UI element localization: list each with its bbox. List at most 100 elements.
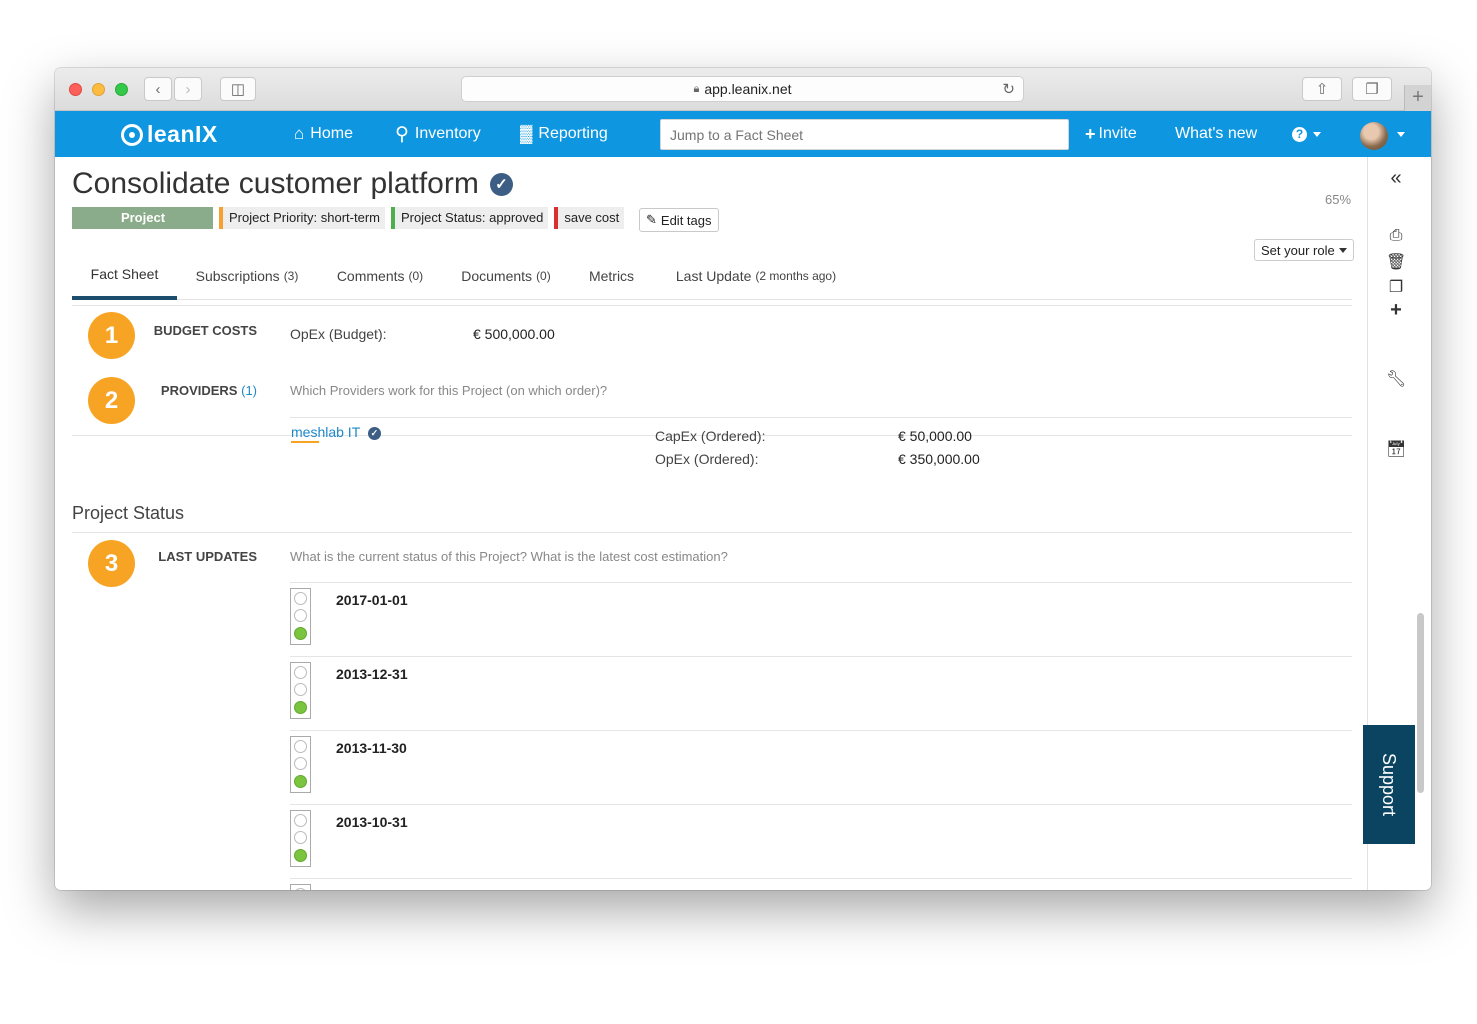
light-yellow xyxy=(294,609,307,622)
verified-check-icon: ✓ xyxy=(489,172,513,196)
nav-reporting[interactable]: ▓ Reporting xyxy=(520,111,608,157)
divider xyxy=(290,656,1352,657)
wrench-icon[interactable]: 🔧︎ xyxy=(1386,369,1406,389)
traffic-light xyxy=(290,810,311,867)
forward-button[interactable]: › xyxy=(174,77,202,101)
light-green xyxy=(294,775,307,788)
pencil-icon: ✎ xyxy=(646,212,657,227)
nav-home[interactable]: ⌂ Home xyxy=(294,111,353,157)
fact-sheet-title: Consolidate customer platform xyxy=(72,167,479,200)
tag-type[interactable]: Project xyxy=(72,207,213,229)
tab-documents[interactable]: Documents (0) xyxy=(461,252,551,300)
budget-costs-label: BUDGET COSTS xyxy=(153,323,257,338)
nav-reporting-label: Reporting xyxy=(538,125,608,142)
provider-item[interactable]: meshlab IT ✓ xyxy=(291,424,381,440)
chevron-down-icon xyxy=(1397,131,1405,137)
tab-count: (2 months ago) xyxy=(755,269,837,283)
divider xyxy=(290,878,1352,879)
tab-last-update[interactable]: Last Update (2 months ago) xyxy=(674,252,838,300)
tag-list: Project Project Priority: short-term Pro… xyxy=(72,207,625,229)
opex-ordered-label: OpEx (Ordered): xyxy=(655,451,759,467)
print-icon[interactable]: ⎙ xyxy=(1386,227,1406,245)
copy-icon[interactable]: ❐ xyxy=(1386,277,1406,297)
light-red xyxy=(294,740,307,753)
leanix-logo[interactable]: leanIX xyxy=(121,121,218,148)
close-window-button[interactable] xyxy=(69,83,82,96)
traffic-light xyxy=(290,588,311,645)
light-yellow xyxy=(294,757,307,770)
tabs-icon: ❐ xyxy=(1365,81,1379,98)
whats-new-label: What's new xyxy=(1175,125,1258,142)
light-yellow xyxy=(294,831,307,844)
collapse-icon[interactable]: « xyxy=(1386,167,1406,190)
chevron-right-icon: › xyxy=(185,80,191,98)
provider-link[interactable]: meshlab IT xyxy=(291,424,360,440)
whats-new-link[interactable]: What's new xyxy=(1175,111,1257,157)
verified-check-icon: ✓ xyxy=(367,426,381,440)
last-updates-label: LAST UPDATES xyxy=(158,549,257,564)
home-icon: ⌂ xyxy=(294,124,305,143)
project-status-title: Project Status xyxy=(72,503,185,523)
tab-fact-sheet[interactable]: Fact Sheet xyxy=(72,252,177,300)
tabs-overview-button[interactable]: ❐ xyxy=(1352,77,1392,101)
light-green xyxy=(294,849,307,862)
update-date[interactable]: 2013-12-31 xyxy=(336,666,408,682)
lock-icon: 🔒︎ xyxy=(693,82,700,95)
last-updates-hint: What is the current status of this Proje… xyxy=(290,549,728,564)
support-tab[interactable]: Support xyxy=(1363,725,1415,844)
address-bar[interactable]: 🔒︎ app.leanix.net ↻ xyxy=(461,76,1024,102)
trash-icon[interactable]: 🗑︎ xyxy=(1386,252,1406,272)
update-date[interactable]: 2013-11-30 xyxy=(336,740,407,756)
tab-subscriptions[interactable]: Subscriptions (3) xyxy=(195,252,299,300)
light-red xyxy=(294,666,307,679)
new-tab-button[interactable]: + xyxy=(1404,85,1431,111)
user-avatar[interactable] xyxy=(1360,122,1388,150)
divider xyxy=(290,804,1352,805)
support-label: Support xyxy=(1379,752,1400,817)
step-badge-2: 2 xyxy=(88,377,135,424)
opex-budget-value: € 500,000.00 xyxy=(473,326,555,342)
nav-inventory[interactable]: ⚲ Inventory xyxy=(395,111,481,157)
add-icon[interactable]: + xyxy=(1386,299,1406,322)
reload-icon[interactable]: ↻ xyxy=(1002,80,1015,98)
completion-percent: 65% xyxy=(1325,192,1352,207)
tab-count: (0) xyxy=(408,269,424,283)
divider xyxy=(290,582,1352,583)
help-menu[interactable]: ? xyxy=(1292,111,1321,157)
provider-underline xyxy=(291,441,319,443)
logo-text: leanIX xyxy=(147,121,218,147)
tab-label: Last Update xyxy=(675,268,752,284)
zoom-window-button[interactable] xyxy=(115,83,128,96)
capex-ordered-value: € 50,000.00 xyxy=(898,428,972,444)
tab-label: Subscriptions xyxy=(195,268,280,284)
chevron-down-icon xyxy=(1313,131,1321,137)
minimize-window-button[interactable] xyxy=(92,83,105,96)
share-icon: ⇧ xyxy=(1315,81,1329,98)
tab-comments[interactable]: Comments (0) xyxy=(336,252,424,300)
tag-status[interactable]: Project Status: approved xyxy=(390,207,549,229)
url-text: app.leanix.net xyxy=(704,81,792,97)
divider xyxy=(290,730,1352,731)
edit-tags-button[interactable]: ✎ Edit tags xyxy=(639,208,719,232)
help-icon: ? xyxy=(1292,126,1307,142)
sidebar-toggle-button[interactable]: ◫ xyxy=(220,77,256,101)
invite-button[interactable]: + Invite xyxy=(1085,111,1137,157)
user-menu-caret[interactable] xyxy=(1391,111,1405,157)
browser-toolbar: ‹ › ◫ 🔒︎ app.leanix.net ↻ ⇧ ❐ + xyxy=(55,68,1431,111)
tag-save-cost[interactable]: save cost xyxy=(554,207,625,229)
traffic-light xyxy=(290,662,311,719)
edit-tags-label: Edit tags xyxy=(660,212,712,228)
share-button[interactable]: ⇧ xyxy=(1302,77,1342,101)
nav-inventory-label: Inventory xyxy=(414,125,481,142)
tab-metrics[interactable]: Metrics xyxy=(588,252,635,300)
update-date[interactable]: 2017-01-01 xyxy=(336,592,408,608)
fact-sheet-search-input[interactable] xyxy=(660,119,1069,150)
back-button[interactable]: ‹ xyxy=(144,77,172,101)
update-date[interactable]: 2013-10-31 xyxy=(336,814,408,830)
calendar-check-icon[interactable]: 📅︎ xyxy=(1386,439,1406,459)
plus-icon: + xyxy=(1412,86,1424,108)
fact-sheet-tabs: Fact Sheet Subscriptions (3) Comments (0) … xyxy=(72,252,1352,300)
logo-flower-icon xyxy=(121,123,143,146)
tag-priority[interactable]: Project Priority: short-term xyxy=(219,207,385,229)
scrollbar-thumb[interactable] xyxy=(1417,613,1424,793)
